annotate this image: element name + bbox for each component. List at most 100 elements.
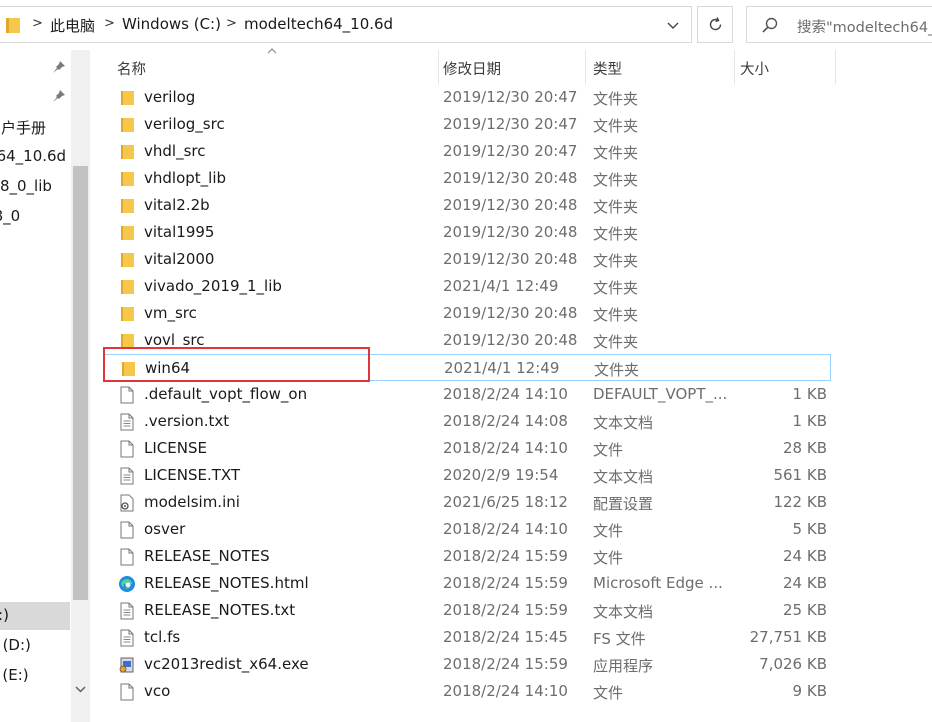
nav-item-pinned-1[interactable]: [0, 55, 70, 83]
file-row[interactable]: vivado_2019_1_lib 2021/4/1 12:49 文件夹: [103, 273, 831, 300]
file-size: 27,751 KB: [749, 628, 827, 646]
nav-item-modeltech[interactable]: modeltech64_10.6d: [0, 143, 70, 171]
folder-icon: [118, 305, 136, 323]
file-size: 24 KB: [783, 547, 827, 565]
file-type: 文件夹: [593, 144, 639, 162]
file-name: win64: [145, 359, 191, 377]
file-row-selected[interactable]: win64 2021/4/1 12:49 文件夹: [103, 354, 831, 381]
file-name: vivado_2019_1_lib: [144, 277, 282, 295]
file-row[interactable]: verilog_src 2019/12/30 20:47 文件夹: [103, 111, 831, 138]
file-date: 2018/2/24 14:10: [443, 385, 568, 403]
folder-icon: [118, 251, 136, 269]
nav-item-2018[interactable]: 2018_0: [0, 203, 70, 231]
file-row[interactable]: RELEASE_NOTES 2018/2/24 15:59 文件 24 KB: [103, 543, 831, 570]
nav-item-drive-e[interactable]: Extra (E:): [0, 662, 70, 690]
nav-scrollbar-thumb[interactable]: [73, 166, 88, 600]
file-row[interactable]: osver 2018/2/24 14:10 文件 5 KB: [103, 516, 831, 543]
file-name: tcl.fs: [144, 628, 181, 646]
refresh-button[interactable]: [697, 6, 733, 43]
blank-file-icon: [118, 548, 136, 566]
nav-scrollbar[interactable]: [71, 50, 90, 722]
search-input[interactable]: 搜索"modeltech64_10.6d": [746, 6, 932, 43]
file-date: 2021/4/1 12:49: [444, 359, 560, 377]
folder-icon: [118, 170, 136, 188]
file-type: 应用程序: [593, 657, 654, 675]
column-header-name[interactable]: 名称: [103, 50, 438, 84]
text-file-icon: [118, 602, 136, 620]
pin-icon[interactable]: [52, 89, 66, 103]
file-row[interactable]: vco 2018/2/24 14:10 文件 9 KB: [103, 678, 831, 705]
address-bar[interactable]: > 此电脑 > Windows (C:) > modeltech64_10.6d: [0, 6, 692, 43]
file-row[interactable]: vm_src 2019/12/30 20:48 文件夹: [103, 300, 831, 327]
nav-item-vivado-lib[interactable]: vivado_2018_0_lib: [0, 173, 70, 201]
file-type: 文件: [593, 549, 624, 567]
column-divider[interactable]: [835, 50, 836, 84]
file-date: 2019/12/30 20:48: [443, 250, 578, 268]
nav-item-manual[interactable]: 用户手册: [0, 113, 70, 141]
file-row[interactable]: LICENSE 2018/2/24 14:10 文件 28 KB: [103, 435, 831, 462]
column-header-label: 类型: [593, 62, 622, 78]
folder-icon: [118, 116, 136, 134]
breadcrumb-separator-icon[interactable]: >: [104, 16, 115, 31]
file-name: vovl_src: [144, 331, 205, 349]
file-name: vital2.2b: [144, 196, 210, 214]
column-header-size[interactable]: 大小: [735, 50, 835, 84]
breadcrumb-this-pc[interactable]: 此电脑: [50, 15, 95, 36]
installer-icon: [118, 656, 136, 674]
file-date: 2020/2/9 19:54: [443, 466, 559, 484]
column-header-date[interactable]: 修改日期: [439, 50, 585, 84]
file-row[interactable]: RELEASE_NOTES.html 2018/2/24 15:59 Microso…: [103, 570, 831, 597]
file-size: 7,026 KB: [759, 655, 827, 673]
file-row[interactable]: vital2000 2019/12/30 20:48 文件夹: [103, 246, 831, 273]
file-row[interactable]: LICENSE.TXT 2020/2/9 19:54 文本文档 561 KB: [103, 462, 831, 489]
column-header-type[interactable]: 类型: [586, 50, 734, 84]
text-file-icon: [118, 413, 136, 431]
file-date: 2019/12/30 20:48: [443, 223, 578, 241]
breadcrumb-current-folder[interactable]: modeltech64_10.6d: [244, 15, 393, 33]
file-date: 2021/6/25 18:12: [443, 493, 568, 511]
nav-item-drive-d[interactable]: Data (D:): [0, 632, 70, 660]
chevron-down-icon[interactable]: [660, 17, 686, 35]
file-list: 名称 修改日期 类型 大小 verilog 2019/12/30 20:47 文件夹…: [103, 48, 932, 722]
file-type: 文件夹: [593, 252, 639, 270]
file-row[interactable]: vital1995 2019/12/30 20:48 文件夹: [103, 219, 831, 246]
file-row[interactable]: vhdlopt_lib 2019/12/30 20:48 文件夹: [103, 165, 831, 192]
file-name: verilog_src: [144, 115, 225, 133]
file-row[interactable]: vhdl_src 2019/12/30 20:47 文件夹: [103, 138, 831, 165]
refresh-icon: [709, 17, 722, 31]
file-row[interactable]: verilog 2019/12/30 20:47 文件夹: [103, 84, 831, 111]
file-row[interactable]: .version.txt 2018/2/24 14:08 文本文档 1 KB: [103, 408, 831, 435]
folder-icon: [118, 89, 136, 107]
scroll-down-arrow-icon[interactable]: [74, 684, 87, 694]
file-row[interactable]: vc2013redist_x64.exe 2018/2/24 15:59 应用程序 7…: [103, 651, 831, 678]
blank-file-icon: [118, 683, 136, 701]
file-row[interactable]: .default_vopt_flow_on 2018/2/24 14:10 DEFA…: [103, 381, 831, 408]
blank-file-icon: [118, 440, 136, 458]
nav-item-label: 2018_0: [0, 207, 21, 225]
file-row[interactable]: vital2.2b 2019/12/30 20:48 文件夹: [103, 192, 831, 219]
file-row[interactable]: vovl_src 2019/12/30 20:48 文件夹: [103, 327, 831, 354]
search-icon: [762, 17, 778, 33]
file-date: 2019/12/30 20:48: [443, 304, 578, 322]
file-row[interactable]: RELEASE_NOTES.txt 2018/2/24 15:59 文本文档 25 K…: [103, 597, 831, 624]
folder-icon: [118, 197, 136, 215]
file-row[interactable]: modelsim.ini 2021/6/25 18:12 配置设置 122 KB: [103, 489, 831, 516]
breadcrumb-separator-icon[interactable]: >: [226, 16, 237, 31]
file-name: vhdl_src: [144, 142, 206, 160]
breadcrumb-drive-c[interactable]: Windows (C:): [122, 15, 221, 33]
file-date: 2018/2/24 15:59: [443, 601, 568, 619]
file-size: 9 KB: [792, 682, 827, 700]
file-name: .default_vopt_flow_on: [144, 385, 308, 403]
nav-item-pinned-2[interactable]: [0, 84, 70, 112]
settings-file-icon: [118, 494, 136, 512]
file-type: 文本文档: [593, 603, 654, 621]
column-header-label: 大小: [740, 62, 769, 78]
nav-item-label: 用户手册: [0, 119, 47, 137]
file-date: 2018/2/24 15:59: [443, 547, 568, 565]
pin-icon[interactable]: [52, 60, 66, 74]
file-size: 561 KB: [773, 466, 827, 484]
breadcrumb-separator-icon[interactable]: >: [32, 16, 43, 31]
folder-icon: [118, 143, 136, 161]
nav-item-drive-c[interactable]: Windows (C:): [0, 602, 70, 630]
file-row[interactable]: tcl.fs 2018/2/24 15:45 FS 文件 27,751 KB: [103, 624, 831, 651]
